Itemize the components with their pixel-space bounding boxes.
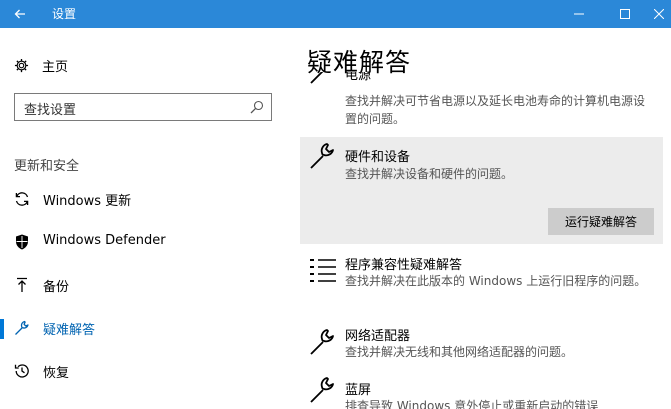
close-icon	[653, 9, 664, 19]
home-link[interactable]: 主页	[14, 55, 68, 75]
item-description: 排查导致 Windows 意外停止或重新启动的错误	[345, 399, 599, 409]
wrench-icon	[310, 143, 334, 169]
sidebar-item-label: Windows 更新	[43, 194, 132, 209]
sidebar: 主页 查找设置 更新和安全 Windows 更新 Windows Defende…	[0, 28, 300, 409]
sidebar-item-windows-update[interactable]: Windows 更新	[0, 187, 300, 213]
title-bar: 设置	[0, 0, 671, 28]
troubleshooter-power[interactable]: 电源 查找并解决可节省电源以及延长电池寿命的计算机电源设置的问题。	[300, 72, 663, 130]
search-icon[interactable]	[250, 100, 264, 114]
search-input[interactable]: 查找设置	[14, 93, 272, 121]
run-troubleshooter-button[interactable]: 运行疑难解答	[548, 208, 654, 235]
maximize-icon	[620, 9, 630, 19]
sidebar-item-windows-defender[interactable]: Windows Defender	[0, 230, 300, 256]
wrench-icon	[310, 329, 334, 355]
item-name: 蓝屏	[345, 383, 372, 398]
minimize-icon	[574, 13, 584, 15]
item-description: 查找并解决在此版本的 Windows 上运行旧程序的问题。	[345, 274, 647, 288]
back-button[interactable]	[0, 0, 40, 28]
minimize-button[interactable]	[556, 0, 602, 28]
section-heading: 更新和安全	[14, 159, 80, 174]
refresh-icon	[14, 191, 30, 207]
item-name: 硬件和设备	[345, 150, 411, 165]
cutoff-region: 电源	[300, 72, 663, 84]
list-icon	[310, 259, 336, 282]
troubleshooter-program-compatibility[interactable]: 程序兼容性疑难解答 查找并解决在此版本的 Windows 上运行旧程序的问题。	[300, 252, 663, 312]
wrench-icon	[310, 377, 334, 403]
search-placeholder: 查找设置	[24, 103, 77, 118]
item-name: 网络适配器	[345, 329, 411, 344]
upload-arrow-icon	[14, 277, 30, 293]
sidebar-item-label: 疑难解答	[43, 323, 96, 338]
item-description: 查找并解决无线和其他网络适配器的问题。	[345, 345, 574, 359]
troubleshooter-hardware[interactable]: 硬件和设备 查找并解决设备和硬件的问题。 运行疑难解答	[300, 137, 663, 244]
sidebar-item-label: 备份	[43, 280, 70, 295]
troubleshooter-network-adapter[interactable]: 网络适配器 查找并解决无线和其他网络适配器的问题。	[300, 323, 663, 365]
history-icon	[14, 363, 30, 379]
wrench-icon	[310, 72, 324, 84]
sidebar-item-recovery[interactable]: 恢复	[0, 359, 300, 385]
sidebar-item-label: Windows Defender	[43, 233, 166, 248]
wrench-icon	[14, 320, 30, 336]
gear-icon	[14, 58, 29, 72]
active-indicator	[0, 319, 4, 339]
back-arrow-icon	[14, 9, 25, 19]
troubleshooter-blue-screen[interactable]: 蓝屏 排查导致 Windows 意外停止或重新启动的错误	[300, 371, 663, 409]
item-name: 程序兼容性疑难解答	[345, 258, 463, 273]
close-button[interactable]	[646, 0, 671, 28]
sidebar-item-backup[interactable]: 备份	[0, 273, 300, 299]
item-name: 电源	[345, 72, 372, 83]
shield-icon	[14, 234, 30, 250]
sidebar-item-label: 恢复	[43, 366, 70, 381]
home-label: 主页	[42, 59, 69, 75]
maximize-button[interactable]	[602, 0, 648, 28]
sidebar-item-troubleshoot[interactable]: 疑难解答	[0, 316, 300, 342]
item-description: 查找并解决设备和硬件的问题。	[345, 167, 514, 181]
item-description: 查找并解决可节省电源以及延长电池寿命的计算机电源设置的问题。	[345, 94, 646, 126]
window-title: 设置	[52, 7, 77, 21]
